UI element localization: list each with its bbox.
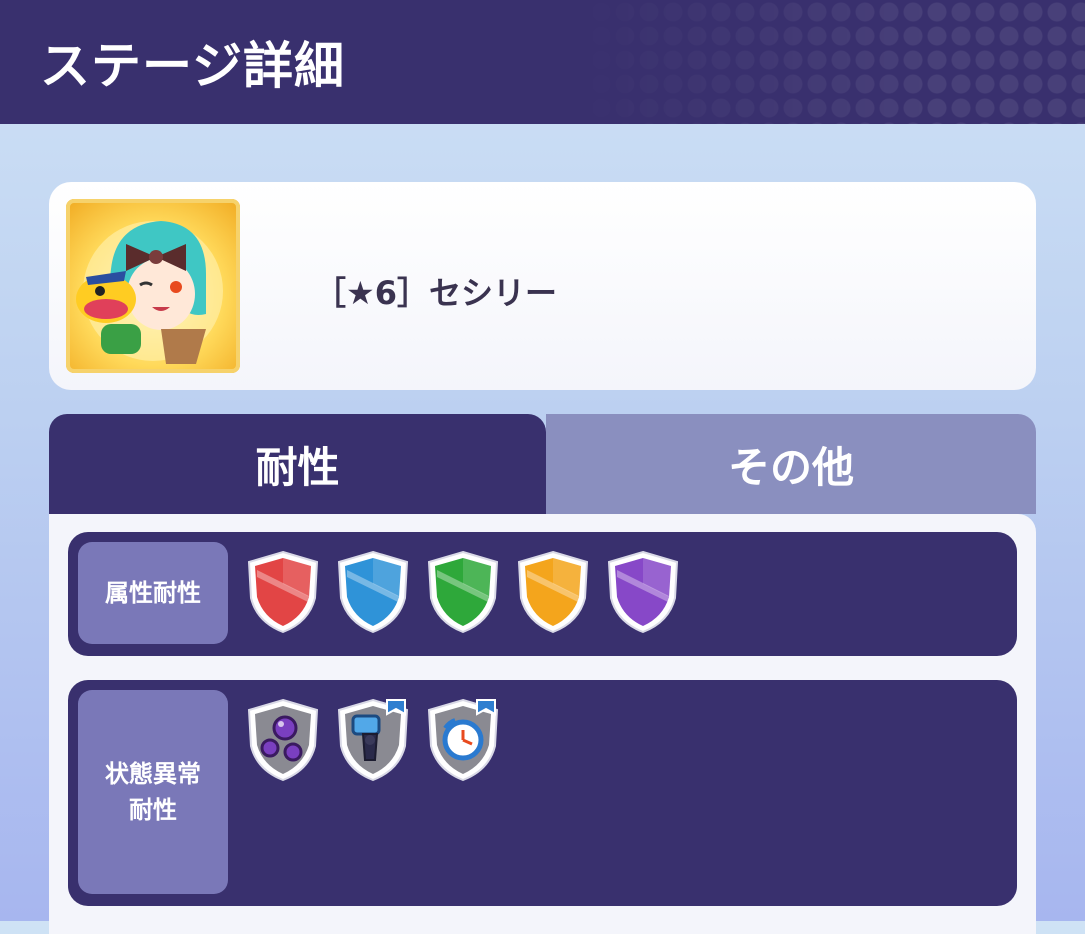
yellow-shield-icon[interactable] [515,550,591,634]
clock-shield-icon[interactable] [425,698,501,782]
character-portrait[interactable] [66,199,240,373]
tab-other[interactable]: その他 [546,414,1036,514]
blue-shield-icon[interactable] [335,550,411,634]
red-shield-icon[interactable] [245,550,321,634]
poison-orbs-shield-icon[interactable] [245,698,321,782]
page-title: ステージ詳細 [40,37,345,95]
status-resistance-row: 状態異常 耐性 [68,680,1017,906]
status-resistance-label-line2: 耐性 [129,796,177,824]
green-shield-icon[interactable] [425,550,501,634]
tab-bar: 耐性 その他 [49,414,1036,514]
bind-fist-shield-icon[interactable] [335,698,411,782]
status-resistance-label-line1: 状態異常 [105,760,201,788]
status-resistance-icons [245,698,501,782]
status-resistance-label: 状態異常 耐性 [78,690,228,894]
attribute-resistance-row: 属性耐性 [68,532,1017,656]
resistance-panel: 属性耐性 状態異常 耐性 [49,514,1036,934]
header-dot-pattern [565,0,1085,124]
attribute-resistance-icons [245,550,681,634]
tab-resistance[interactable]: 耐性 [49,414,546,514]
stage-name: ［★6］セシリー [314,274,557,312]
stage-card: ［★6］セシリー [49,182,1036,390]
purple-shield-icon[interactable] [605,550,681,634]
attribute-resistance-label: 属性耐性 [78,542,228,644]
header-bar: ステージ詳細 [0,0,1085,124]
